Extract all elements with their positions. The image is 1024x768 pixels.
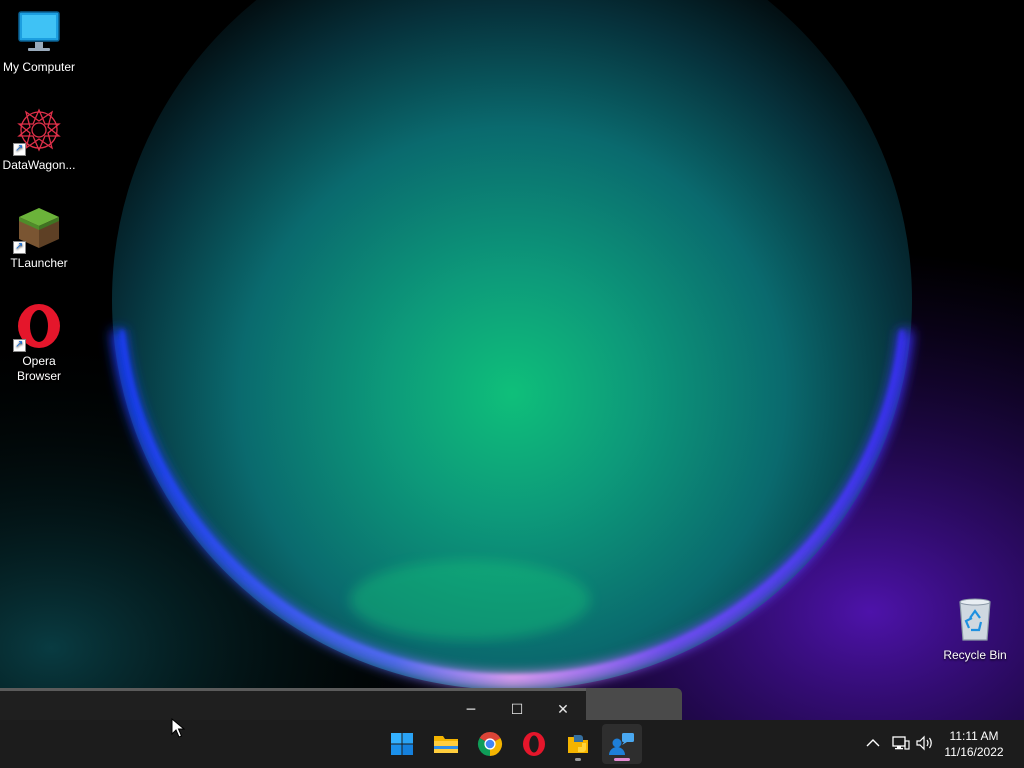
desktop-icon-my-computer[interactable]: My Computer bbox=[0, 8, 78, 75]
desktop-icon-label: DataWagon... bbox=[2, 158, 76, 172]
clock-date: 11/16/2022 bbox=[944, 745, 1004, 759]
desktop-icon-label: Opera Browser bbox=[16, 354, 61, 383]
show-hidden-icons-button[interactable] bbox=[862, 732, 884, 754]
minimize-button[interactable]: ─ bbox=[448, 699, 494, 721]
network-icon bbox=[892, 736, 910, 750]
close-icon: ✕ bbox=[557, 702, 569, 718]
opera-taskbar-button[interactable] bbox=[514, 724, 554, 764]
opera-icon bbox=[523, 732, 545, 756]
active-indicator bbox=[614, 758, 630, 761]
volume-icon bbox=[916, 735, 932, 751]
remote-app-button[interactable] bbox=[602, 724, 642, 764]
desktop-icon-tlauncher[interactable]: TLauncher bbox=[0, 204, 78, 271]
mouse-cursor-icon bbox=[171, 718, 185, 738]
desktop-icon-opera[interactable]: Opera Browser bbox=[0, 302, 78, 384]
python-icon bbox=[568, 735, 588, 753]
close-button[interactable]: ✕ bbox=[540, 699, 586, 721]
remote-user-icon bbox=[609, 733, 634, 755]
running-indicator bbox=[575, 758, 581, 761]
minecraft-grass-block-icon bbox=[13, 204, 63, 254]
network-button[interactable] bbox=[890, 732, 912, 754]
desktop-icon-label: Recycle Bin bbox=[943, 648, 1007, 662]
folder-icon bbox=[434, 736, 458, 753]
recycle-bin-icon bbox=[951, 596, 999, 644]
python-app-button[interactable] bbox=[558, 724, 598, 764]
opera-icon bbox=[13, 302, 63, 352]
shortcut-arrow-icon bbox=[13, 141, 26, 156]
monitor-icon bbox=[15, 8, 63, 56]
chevron-up-icon bbox=[866, 739, 880, 747]
windows-start-icon bbox=[391, 733, 413, 755]
maximize-icon: ☐ bbox=[510, 702, 524, 718]
desktop-icon-datawagon[interactable]: DataWagon... bbox=[0, 106, 78, 173]
desktop-icon-label: TLauncher bbox=[10, 256, 68, 270]
taskbar: 11:11 AM 11/16/2022 bbox=[0, 720, 1024, 768]
minimize-icon: ─ bbox=[466, 702, 476, 718]
window-preview[interactable]: ─ ☐ ✕ bbox=[0, 688, 586, 723]
datawagon-icon bbox=[13, 106, 63, 156]
desktop-icon-label: My Computer bbox=[2, 60, 76, 74]
desktop-icon-recycle-bin[interactable]: Recycle Bin bbox=[936, 596, 1014, 663]
file-explorer-button[interactable] bbox=[426, 724, 466, 764]
clock-time: 11:11 AM bbox=[949, 729, 999, 743]
chrome-icon bbox=[477, 731, 503, 756]
maximize-button[interactable]: ☐ bbox=[494, 699, 540, 721]
volume-button[interactable] bbox=[914, 732, 936, 754]
desktop-wallpaper bbox=[0, 0, 1024, 720]
clock[interactable]: 11:11 AM 11/16/2022 bbox=[942, 728, 1006, 760]
chrome-button[interactable] bbox=[470, 724, 510, 764]
window-preview-edge bbox=[586, 688, 682, 720]
shortcut-arrow-icon bbox=[13, 239, 26, 254]
shortcut-arrow-icon bbox=[13, 337, 26, 352]
start-button[interactable] bbox=[382, 724, 422, 764]
